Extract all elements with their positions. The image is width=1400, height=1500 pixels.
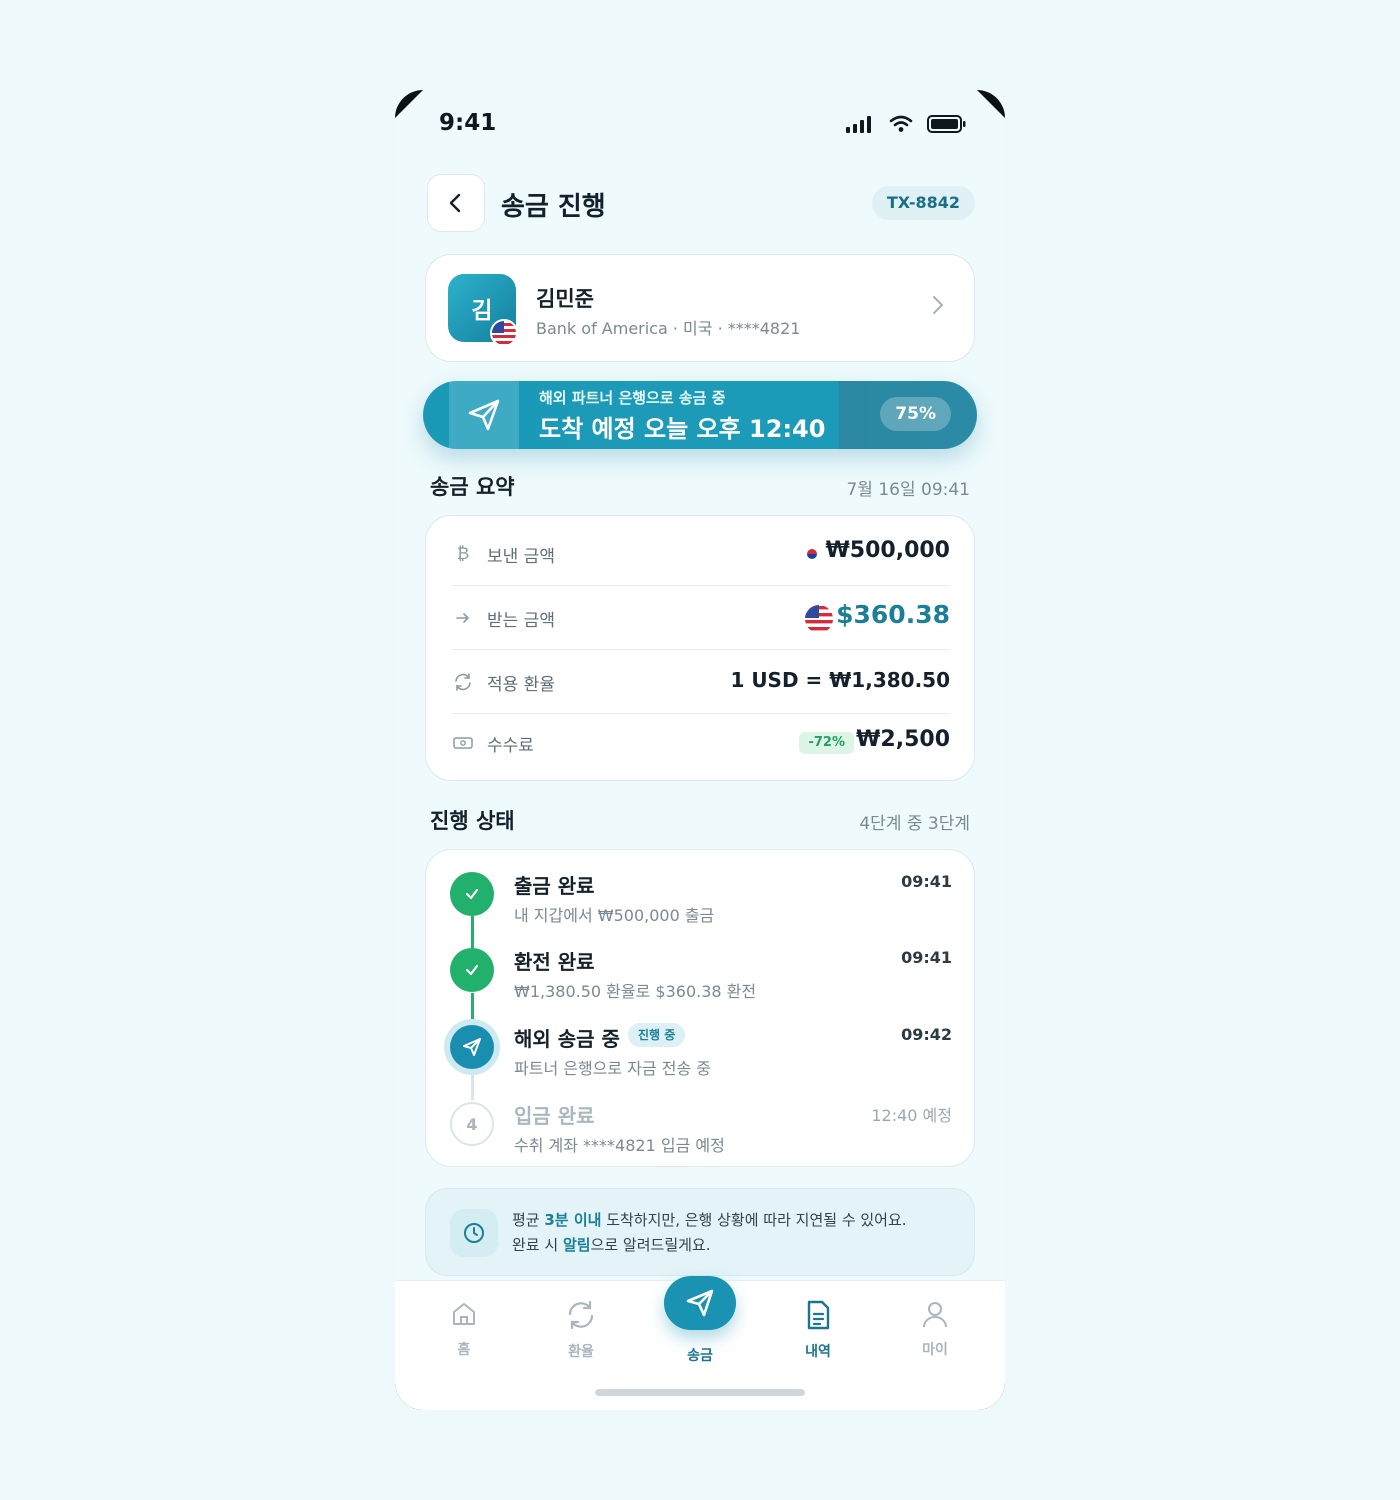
chevron-right-icon — [933, 296, 943, 314]
step-time: 09:42 — [901, 1025, 952, 1044]
step-description: ₩1,380.50 환율로 $360.38 환전 — [514, 982, 757, 1001]
step-title: 환전 완료 — [514, 950, 595, 974]
progress-steps-card: 출금 완료 내 지갑에서 ₩500,000 출금 09:41 환전 완료 ₩1,… — [425, 849, 975, 1167]
summary-label: 받는 금액 — [487, 611, 555, 631]
transfer-status-banner: 해외 파트너 은행으로 송금 중 도착 예정 오늘 오후 12:40 75% — [423, 381, 977, 449]
banner-subtitle: 해외 파트너 은행으로 송금 중 — [539, 389, 726, 407]
step-time: 09:41 — [901, 872, 952, 891]
progress-section-title: 진행 상태 — [430, 809, 515, 833]
step-time: 12:40 예정 — [871, 1106, 952, 1125]
step-item: 환전 완료 ₩1,380.50 환율로 $360.38 환전 09:41 — [426, 926, 976, 1002]
chevron-left-icon — [449, 193, 461, 213]
kr-flag-icon — [805, 547, 819, 561]
clock-icon — [450, 1209, 498, 1257]
won-icon: ₿ — [456, 544, 470, 564]
arrow-right-icon — [452, 607, 474, 629]
recipient-details: Bank of America · 미국 · ****4821 — [536, 319, 801, 338]
summary-value: ₩500,000 — [825, 538, 950, 563]
summary-card: ₿ 보낸 금액 ₩500,000 받는 금액 $360.38 적용 환율 1 U… — [425, 515, 975, 781]
summary-label: 적용 환율 — [487, 675, 555, 695]
summary-row-sent: ₿ 보낸 금액 ₩500,000 — [452, 524, 950, 586]
send-fab-button[interactable] — [664, 1276, 736, 1330]
notice-text: 평균 3분 이내 도착하지만, 은행 상황에 따라 지연될 수 있어요. 완료 … — [512, 1211, 907, 1254]
summary-label: 수수료 — [487, 736, 534, 756]
step-description: 내 지갑에서 ₩500,000 출금 — [514, 906, 715, 925]
summary-value: $360.38 — [836, 600, 950, 629]
summary-row-fee: 수수료 -72% ₩2,500 — [452, 713, 950, 775]
phone-frame: 9:41 송금 진행 TX-8842 김 김민준 Bank of America… — [395, 90, 1005, 1410]
recipient-card[interactable]: 김 김민준 Bank of America · 미국 · ****4821 — [425, 254, 975, 362]
send-icon — [686, 1289, 714, 1317]
summary-row-received: 받는 금액 $360.38 — [452, 588, 950, 650]
page-title: 송금 진행 — [501, 192, 606, 222]
exchange-icon — [568, 1300, 594, 1330]
banner-title: 도착 예정 오늘 오후 12:40 — [539, 415, 826, 443]
step-item: 4 입금 완료 수취 계좌 ****4821 입금 예정 12:40 예정 — [426, 1080, 976, 1156]
step-title: 해외 송금 중 — [514, 1027, 620, 1051]
tab-history[interactable]: 내역 — [778, 1299, 858, 1361]
delivery-notice: 평균 3분 이내 도착하지만, 은행 상황에 따라 지연될 수 있어요. 완료 … — [425, 1188, 975, 1276]
check-icon — [450, 948, 494, 992]
send-icon — [449, 381, 519, 449]
refresh-icon — [452, 671, 474, 693]
us-flag-icon — [490, 319, 518, 347]
tab-home[interactable]: 홈 — [424, 1299, 504, 1359]
step-description: 수취 계좌 ****4821 입금 예정 — [514, 1136, 725, 1155]
summary-value: 1 USD = ₩1,380.50 — [730, 668, 950, 692]
progress-percent: 75% — [880, 397, 951, 431]
status-icons — [845, 114, 967, 134]
tab-send[interactable]: 송금 — [660, 1339, 740, 1365]
tab-my[interactable]: 마이 — [895, 1299, 975, 1359]
in-progress-badge: 진행 중 — [628, 1023, 686, 1047]
battery-icon — [927, 115, 966, 133]
step-time: 09:41 — [901, 948, 952, 967]
step-description: 파트너 은행으로 자금 전송 중 — [514, 1059, 711, 1078]
summary-row-rate: 적용 환율 1 USD = ₩1,380.50 — [452, 652, 950, 714]
header: 송금 진행 TX-8842 — [425, 174, 975, 234]
summary-section-title: 송금 요약 — [430, 475, 515, 499]
step-number: 4 — [450, 1102, 494, 1146]
progress-step-count: 4단계 중 3단계 — [859, 814, 970, 834]
step-item: 해외 송금 중 진행 중 파트너 은행으로 자금 전송 중 09:42 — [426, 1003, 976, 1079]
back-button[interactable] — [427, 174, 485, 232]
check-icon — [450, 872, 494, 916]
wifi-icon — [889, 115, 913, 132]
summary-date: 7월 16일 09:41 — [846, 480, 970, 500]
signal-icon — [846, 116, 871, 133]
user-icon — [923, 1302, 947, 1328]
document-icon — [807, 1300, 830, 1330]
step-title: 출금 완료 — [514, 874, 595, 898]
send-icon — [450, 1025, 494, 1069]
recipient-name: 김민준 — [536, 287, 594, 311]
fee-discount-badge: -72% — [799, 732, 854, 754]
status-time: 9:41 — [439, 110, 497, 136]
home-indicator — [595, 1389, 805, 1396]
status-bar: 9:41 — [395, 90, 1005, 160]
transaction-id-badge: TX-8842 — [871, 186, 975, 220]
step-title: 입금 완료 — [514, 1104, 595, 1128]
summary-value: ₩2,500 — [856, 727, 950, 752]
cash-icon — [452, 732, 474, 754]
step-item: 출금 완료 내 지갑에서 ₩500,000 출금 09:41 — [426, 850, 976, 926]
summary-label: 보낸 금액 — [487, 547, 555, 567]
home-icon — [453, 1303, 475, 1325]
tab-exchange[interactable]: 환율 — [541, 1299, 621, 1361]
us-flag-icon — [805, 605, 833, 633]
